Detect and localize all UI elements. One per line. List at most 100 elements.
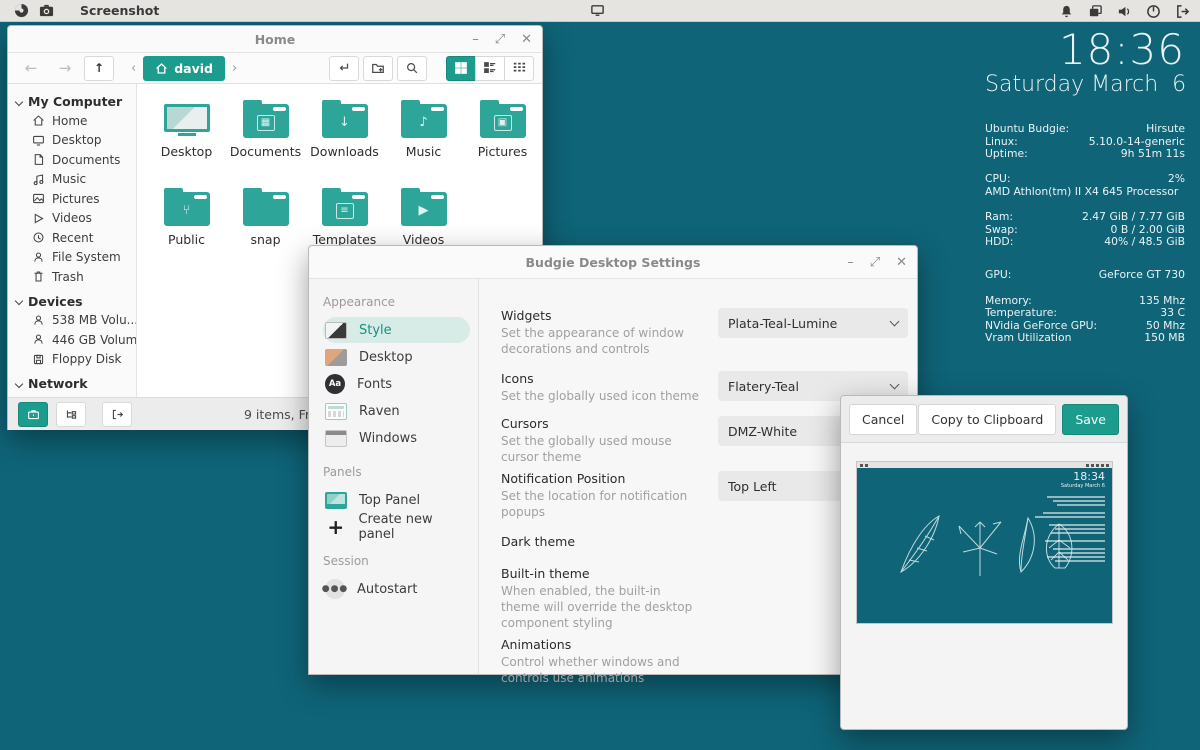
settings-item-windows[interactable]: Windows bbox=[323, 425, 470, 451]
settings-item-top-panel[interactable]: Top Panel bbox=[323, 487, 470, 513]
chevron-down-icon bbox=[15, 97, 23, 105]
power-clock-icon[interactable] bbox=[1146, 4, 1161, 19]
treeview-toggle-button[interactable] bbox=[56, 402, 86, 427]
settings-item-create-new-panel[interactable]: +Create new panel bbox=[323, 514, 470, 540]
screenshot-app-icon[interactable] bbox=[39, 3, 54, 18]
setting-desc-built-in-theme: When enabled, the built-in theme will ov… bbox=[501, 583, 701, 631]
grid-view-button[interactable] bbox=[446, 56, 476, 81]
setting-title-dark-theme: Dark theme bbox=[501, 534, 718, 550]
search-button[interactable] bbox=[397, 56, 427, 81]
file-item-downloads[interactable]: ↓ Downloads bbox=[305, 96, 384, 184]
breadcrumb-home-david[interactable]: david bbox=[143, 56, 225, 81]
fm-titlebar[interactable]: Home – ⤢ ✕ bbox=[8, 26, 542, 53]
new-folder-button[interactable] bbox=[363, 56, 393, 81]
maximize-button[interactable]: ⤢ bbox=[495, 33, 505, 46]
file-item-music[interactable]: ♪ Music bbox=[384, 96, 463, 184]
sidebar-item-home[interactable]: Home bbox=[16, 111, 136, 131]
sidebar-item-trash[interactable]: Trash bbox=[16, 267, 136, 287]
fonts-icon: Aa bbox=[325, 374, 345, 394]
up-button[interactable]: ↑ bbox=[84, 56, 114, 81]
conky-value: 40% / 48.5 GiB bbox=[1104, 236, 1185, 248]
toggle-location-entry-button[interactable] bbox=[329, 56, 359, 81]
hide-sidebar-button[interactable] bbox=[102, 402, 132, 427]
section-session: Session bbox=[323, 554, 470, 572]
conky-system-monitor: 18:36 Saturday March 6 Ubuntu Budgie:Hir… bbox=[985, 28, 1185, 357]
home-icon bbox=[155, 62, 168, 75]
close-button[interactable]: ✕ bbox=[521, 33, 532, 46]
raven-icon bbox=[325, 403, 347, 420]
maximize-button[interactable]: ⤢ bbox=[870, 256, 880, 269]
places-toggle-button[interactable] bbox=[18, 402, 48, 427]
file-item-desktop[interactable]: Desktop bbox=[147, 96, 226, 184]
breadcrumb-left-chevron[interactable]: ‹ bbox=[124, 61, 143, 76]
file-item-pictures[interactable]: ▣ Pictures bbox=[463, 96, 542, 184]
clock-time: 18:36 bbox=[985, 28, 1185, 72]
setting-title-cursors: Cursors bbox=[501, 416, 718, 432]
sidebar-item-538mb-volume[interactable]: 538 MB Volu... bbox=[16, 311, 136, 331]
folder-icon: ♪ bbox=[401, 104, 447, 138]
settings-item-desktop[interactable]: Desktop bbox=[323, 344, 470, 370]
sidebar-item-desktop[interactable]: Desktop bbox=[16, 131, 136, 151]
network-icon bbox=[32, 396, 45, 397]
clock-icon bbox=[32, 231, 45, 244]
sidebar-section-devices[interactable]: Devices bbox=[16, 292, 136, 311]
sidebar-item-recent[interactable]: Recent bbox=[16, 228, 136, 248]
forward-button[interactable]: → bbox=[50, 56, 80, 81]
widgets-theme-dropdown[interactable]: Plata-Teal-Lumine bbox=[718, 308, 908, 338]
folder-icon: ⑂ bbox=[164, 192, 210, 226]
sidebar-item-446gb-volume[interactable]: 446 GB Volume bbox=[16, 330, 136, 350]
conky-label: Ubuntu Budgie: bbox=[985, 123, 1069, 135]
file-item-public[interactable]: ⑂ Public bbox=[147, 184, 226, 272]
list-view-button[interactable] bbox=[475, 56, 505, 81]
sidebar-item-documents[interactable]: Documents bbox=[16, 150, 136, 170]
cancel-button[interactable]: Cancel bbox=[849, 404, 917, 435]
display-applet-icon[interactable] bbox=[590, 3, 605, 18]
setting-title-widgets: Widgets bbox=[501, 308, 718, 324]
style-icon bbox=[325, 322, 347, 339]
settings-item-raven[interactable]: Raven bbox=[323, 398, 470, 424]
monitor-icon bbox=[32, 134, 45, 147]
conky-value: 9h 51m 11s bbox=[1121, 148, 1185, 160]
notifications-bell-icon[interactable] bbox=[1059, 4, 1074, 19]
sidebar-item-network[interactable]: Network bbox=[16, 393, 136, 397]
minimize-button[interactable]: – bbox=[847, 256, 854, 269]
chevron-down-icon bbox=[890, 316, 900, 326]
sidebar-section-my-computer[interactable]: My Computer bbox=[16, 92, 136, 111]
back-button[interactable]: ← bbox=[16, 56, 46, 81]
file-item-snap[interactable]: snap bbox=[226, 184, 305, 272]
minimize-button[interactable]: – bbox=[472, 33, 479, 46]
view-toggle-group bbox=[447, 56, 534, 81]
conky-label: Temperature: bbox=[985, 307, 1057, 319]
breadcrumb-right-chevron[interactable]: › bbox=[225, 61, 244, 76]
file-item-documents[interactable]: ▦ Documents bbox=[226, 96, 305, 184]
settings-item-fonts[interactable]: AaFonts bbox=[323, 371, 470, 397]
logout-icon[interactable] bbox=[1175, 4, 1190, 19]
compact-view-icon bbox=[512, 61, 526, 75]
budgie-menu-icon[interactable] bbox=[14, 3, 29, 18]
conky-label: GPU: bbox=[985, 269, 1011, 281]
sidebar-item-pictures[interactable]: Pictures bbox=[16, 189, 136, 209]
folder-icon: ≡ bbox=[322, 192, 368, 226]
sidebar-item-music[interactable]: Music bbox=[16, 170, 136, 190]
settings-sidebar: Appearance Style Desktop AaFonts Raven W… bbox=[309, 279, 479, 674]
location-entry-icon bbox=[337, 61, 351, 75]
sidebar-section-network[interactable]: Network bbox=[16, 374, 136, 393]
close-button[interactable]: ✕ bbox=[896, 256, 907, 269]
sidebar-item-file-system[interactable]: File System bbox=[16, 248, 136, 268]
plus-icon: + bbox=[325, 519, 346, 536]
settings-titlebar[interactable]: Budgie Desktop Settings – ⤢ ✕ bbox=[309, 246, 917, 279]
settings-item-style[interactable]: Style bbox=[323, 317, 470, 343]
dialog-headerbar[interactable]: Cancel Copy to Clipboard Save bbox=[841, 396, 1127, 443]
fm-toolbar: ← → ↑ ‹ david › bbox=[8, 53, 542, 84]
settings-item-autostart[interactable]: ●●●Autostart bbox=[323, 576, 470, 602]
save-button[interactable]: Save bbox=[1062, 404, 1119, 435]
leaf-wallpaper-art bbox=[895, 510, 1075, 582]
sidebar-item-videos[interactable]: Videos bbox=[16, 209, 136, 229]
document-icon bbox=[32, 153, 45, 166]
compact-view-button[interactable] bbox=[504, 56, 534, 81]
setting-desc-icons: Set the globally used icon theme bbox=[501, 388, 701, 404]
workspaces-icon[interactable] bbox=[1088, 4, 1103, 19]
volume-icon[interactable] bbox=[1117, 4, 1132, 19]
copy-to-clipboard-button[interactable]: Copy to Clipboard bbox=[918, 404, 1056, 435]
sidebar-item-floppy-disk[interactable]: Floppy Disk bbox=[16, 350, 136, 370]
